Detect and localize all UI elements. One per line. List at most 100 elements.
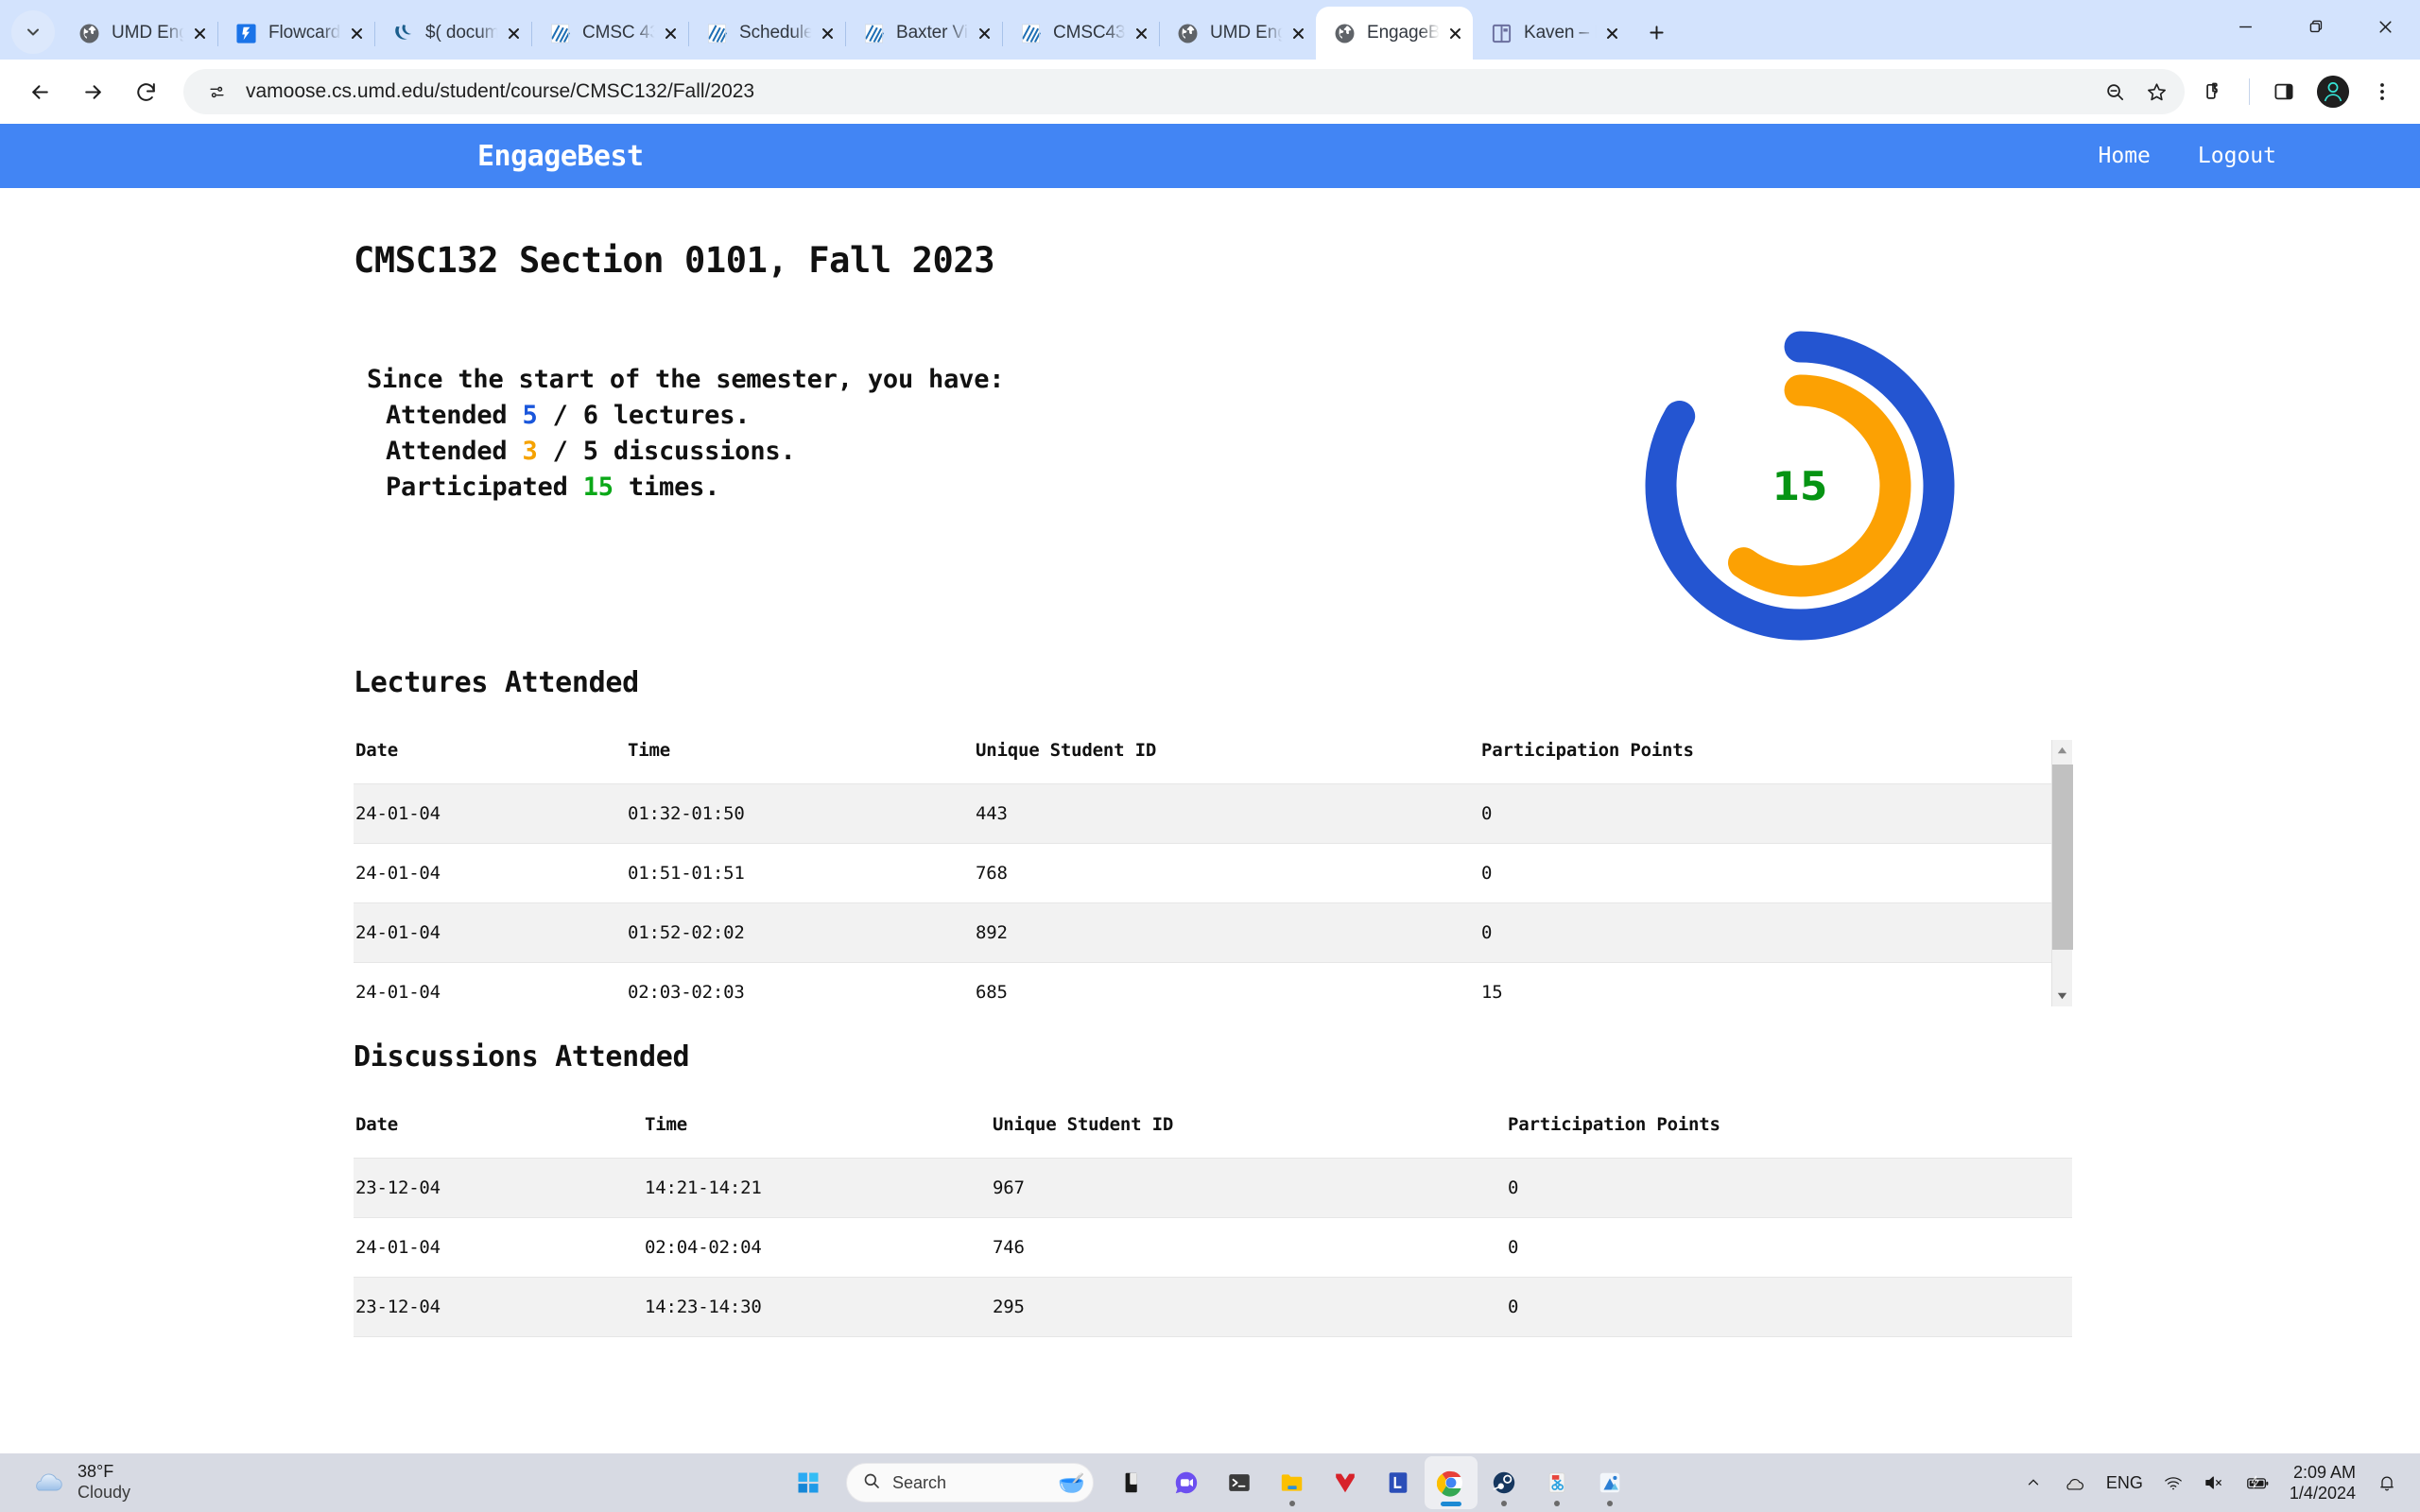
summary-lectures-line: Attended 5 / 6 lectures. xyxy=(367,398,1004,434)
scrollbar-track[interactable] xyxy=(2051,761,2073,986)
tab-divider xyxy=(217,22,218,46)
lectures-table-body: 24-01-04 01:32-01:50 443 0 24-01-04 01:51-01:… xyxy=(354,783,2051,1006)
flowcard-icon xyxy=(234,22,257,44)
table-header-row: Date Time Unique Student ID Participatio… xyxy=(354,740,2051,784)
summary-lectures-rest: / 6 lectures. xyxy=(537,401,751,430)
url-text[interactable]: vamoose.cs.umd.edu/student/course/CMSC13… xyxy=(246,80,2094,103)
umd-icon xyxy=(862,22,885,44)
scroll-down-arrow-icon[interactable] xyxy=(2052,986,2073,1006)
table-cell: 24-01-04 xyxy=(354,902,628,963)
browser-tab-active[interactable]: EngageBest xyxy=(1316,7,1473,60)
tab-search-button[interactable] xyxy=(11,10,55,54)
three-dot-menu-icon[interactable] xyxy=(2358,67,2407,116)
browser-tab[interactable]: Baxter Virtual xyxy=(845,7,1002,60)
side-panel-icon[interactable] xyxy=(2259,67,2308,116)
tab-close-button[interactable] xyxy=(499,19,527,47)
table-cell: 892 xyxy=(976,902,1481,963)
table-header-row: Date Time Unique Student ID Participatio… xyxy=(354,1114,2072,1159)
maximize-button[interactable] xyxy=(2280,0,2350,53)
discussions-table-head: Date Time Unique Student ID Participatio… xyxy=(354,1114,2072,1159)
tab-close-button[interactable] xyxy=(1284,19,1312,47)
column-header-date: Date xyxy=(355,740,398,761)
column-header-date: Date xyxy=(355,1114,398,1135)
site-brand[interactable]: EngageBest xyxy=(477,140,644,173)
table-cell: 24-01-04 xyxy=(354,783,628,844)
tab-close-button[interactable] xyxy=(1127,19,1155,47)
lectures-table-scroll[interactable]: Date Time Unique Student ID Participatio… xyxy=(354,740,2051,1006)
tab-close-button[interactable] xyxy=(1598,19,1626,47)
table-cell: 23-12-04 xyxy=(354,1158,645,1218)
zoom-out-icon[interactable] xyxy=(2094,71,2135,112)
browser-tab[interactable]: Kaven – Business xyxy=(1473,7,1630,60)
table-cell: 14:21-14:21 xyxy=(645,1158,993,1218)
summary-lectures-prefix: Attended xyxy=(386,401,523,430)
discussions-table-body: 23-12-04 14:21-14:21 967 0 24-01-04 02:04-02:… xyxy=(354,1158,2072,1337)
nav-link-home[interactable]: Home xyxy=(2099,144,2151,168)
browser-tab[interactable]: UMD EngageBest xyxy=(60,7,217,60)
new-tab-button[interactable] xyxy=(1637,13,1675,51)
column-header-student-id: Unique Student ID xyxy=(993,1114,1174,1135)
globe-icon xyxy=(1333,22,1356,44)
tab-close-button[interactable] xyxy=(970,19,998,47)
tab-close-button[interactable] xyxy=(656,19,684,47)
tab-divider xyxy=(1002,22,1003,46)
table-cell: 0 xyxy=(1481,843,2051,903)
browser-toolbar: vamoose.cs.umd.edu/student/course/CMSC13… xyxy=(0,60,2420,124)
table-cell: 24-01-04 xyxy=(354,962,628,1006)
globe-icon xyxy=(78,22,100,44)
engagement-summary: Since the start of the semester, you hav… xyxy=(354,362,1005,506)
tab-close-button[interactable] xyxy=(813,19,841,47)
browser-tab[interactable]: Scheduler Advisor xyxy=(688,7,845,60)
tab-divider xyxy=(374,22,375,46)
browser-tab[interactable]: CMSC435 Timeline xyxy=(1002,7,1159,60)
umd-icon xyxy=(548,22,571,44)
summary-discussions-value: 3 xyxy=(522,437,538,466)
lectures-table-container: Date Time Unique Student ID Participatio… xyxy=(354,740,2073,1006)
tab-close-button[interactable] xyxy=(342,19,371,47)
reload-button[interactable] xyxy=(119,65,172,118)
discussions-table-container: Date Time Unique Student ID Participatio… xyxy=(354,1114,2072,1337)
engagement-donut-chart: 15 xyxy=(1625,311,1975,661)
tab-divider xyxy=(1159,22,1160,46)
donut-center-label: 15 xyxy=(1772,462,1828,509)
window-close-button[interactable] xyxy=(2350,0,2420,53)
table-cell: 295 xyxy=(993,1277,1508,1337)
toolbar-right-actions xyxy=(2190,67,2407,116)
page-content: CMSC132 Section 0101, Fall 2023 Since th… xyxy=(0,240,2420,1337)
address-bar[interactable]: vamoose.cs.umd.edu/student/course/CMSC13… xyxy=(183,69,2185,114)
table-cell: 24-01-04 xyxy=(354,1217,645,1278)
profile-avatar-icon[interactable] xyxy=(2317,76,2349,108)
toolbar-divider xyxy=(2249,78,2250,105)
minimize-button[interactable] xyxy=(2210,0,2280,53)
tab-close-button[interactable] xyxy=(1441,19,1469,47)
table-cell: 0 xyxy=(1481,783,2051,844)
nav-link-logout[interactable]: Logout xyxy=(2198,144,2276,168)
column-header-participation-points: Participation Points xyxy=(1481,740,1694,761)
table-cell: 746 xyxy=(993,1217,1508,1278)
table-cell: 768 xyxy=(976,843,1481,903)
table-cell: 01:52-02:02 xyxy=(628,902,976,963)
back-button[interactable] xyxy=(13,65,66,118)
tab-close-button[interactable] xyxy=(185,19,214,47)
browser-tab[interactable]: $( document ) xyxy=(374,7,531,60)
lectures-table: Date Time Unique Student ID Participatio… xyxy=(354,740,2051,1006)
summary-lectures-value: 5 xyxy=(522,401,538,430)
site-settings-icon[interactable] xyxy=(200,76,233,108)
scroll-up-arrow-icon[interactable] xyxy=(2052,740,2073,761)
forward-button[interactable] xyxy=(66,65,119,118)
discussions-table-scroll: Date Time Unique Student ID Participatio… xyxy=(354,1114,2072,1337)
tab-title: CMSC435 Timeline xyxy=(1053,23,1127,43)
table-cell: 02:03-02:03 xyxy=(628,962,976,1006)
summary-discussions-line: Attended 3 / 5 discussions. xyxy=(367,434,1004,470)
browser-tab[interactable]: CMSC 435 Course xyxy=(531,7,688,60)
lectures-table-scrollbar[interactable] xyxy=(2051,740,2073,1006)
extensions-puzzle-icon[interactable] xyxy=(2190,67,2239,116)
browser-tab[interactable]: UMD EngageBest xyxy=(1159,7,1316,60)
bookmark-star-icon[interactable] xyxy=(2135,71,2177,112)
summary-intro: Since the start of the semester, you hav… xyxy=(367,365,1005,394)
table-cell: 15 xyxy=(1481,962,2051,1006)
scrollbar-thumb[interactable] xyxy=(2051,765,2073,950)
tab-strip: UMD EngageBest Flowcard $( document ) CMSC … xyxy=(0,0,2420,60)
browser-tab[interactable]: Flowcard xyxy=(217,7,374,60)
browser-chrome: UMD EngageBest Flowcard $( document ) CMSC … xyxy=(0,0,2420,124)
